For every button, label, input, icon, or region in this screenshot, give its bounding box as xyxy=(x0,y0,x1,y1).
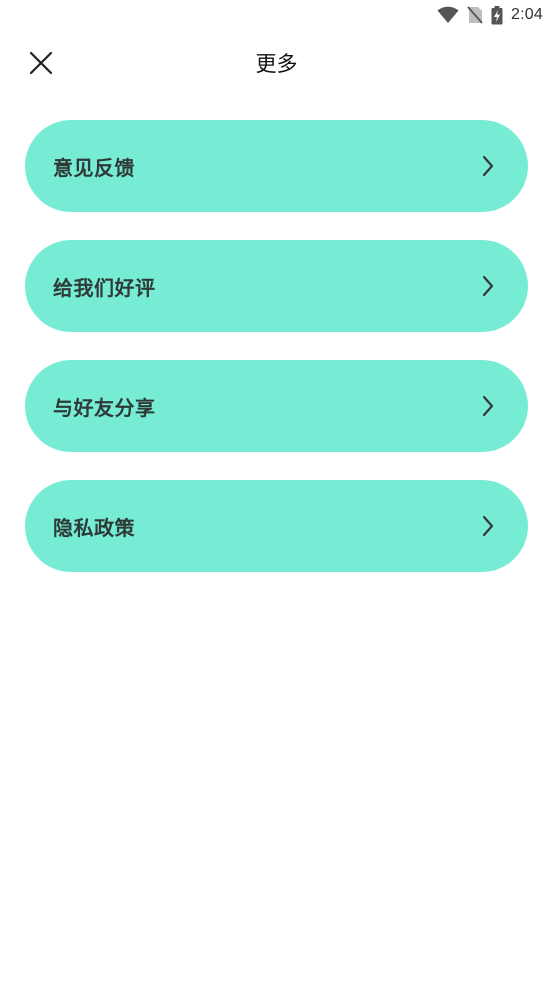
no-sim-icon xyxy=(467,6,483,24)
chevron-right-icon xyxy=(476,394,500,418)
menu-list: 意见反馈 给我们好评 与好友分享 隐私政策 xyxy=(25,120,528,572)
chevron-right-icon xyxy=(476,514,500,538)
chevron-right-icon xyxy=(476,154,500,178)
menu-item-label: 与好友分享 xyxy=(53,395,156,420)
menu-item-rate-us[interactable]: 给我们好评 xyxy=(25,240,528,332)
status-bar: 2:04 xyxy=(0,0,553,30)
status-time: 2:04 xyxy=(511,6,543,23)
app-header: 更多 xyxy=(0,30,553,96)
wifi-icon xyxy=(437,6,459,24)
menu-item-privacy[interactable]: 隐私政策 xyxy=(25,480,528,572)
menu-item-label: 给我们好评 xyxy=(53,275,156,300)
battery-charging-icon xyxy=(491,5,503,25)
menu-item-label: 意见反馈 xyxy=(53,155,135,180)
menu-item-share[interactable]: 与好友分享 xyxy=(25,360,528,452)
chevron-right-icon xyxy=(476,274,500,298)
menu-item-feedback[interactable]: 意见反馈 xyxy=(25,120,528,212)
menu-item-label: 隐私政策 xyxy=(53,515,135,540)
more-screen: 2:04 更多 意见反馈 给我们好评 与好友分享 隐私政策 xyxy=(0,0,553,983)
page-title: 更多 xyxy=(255,52,298,76)
